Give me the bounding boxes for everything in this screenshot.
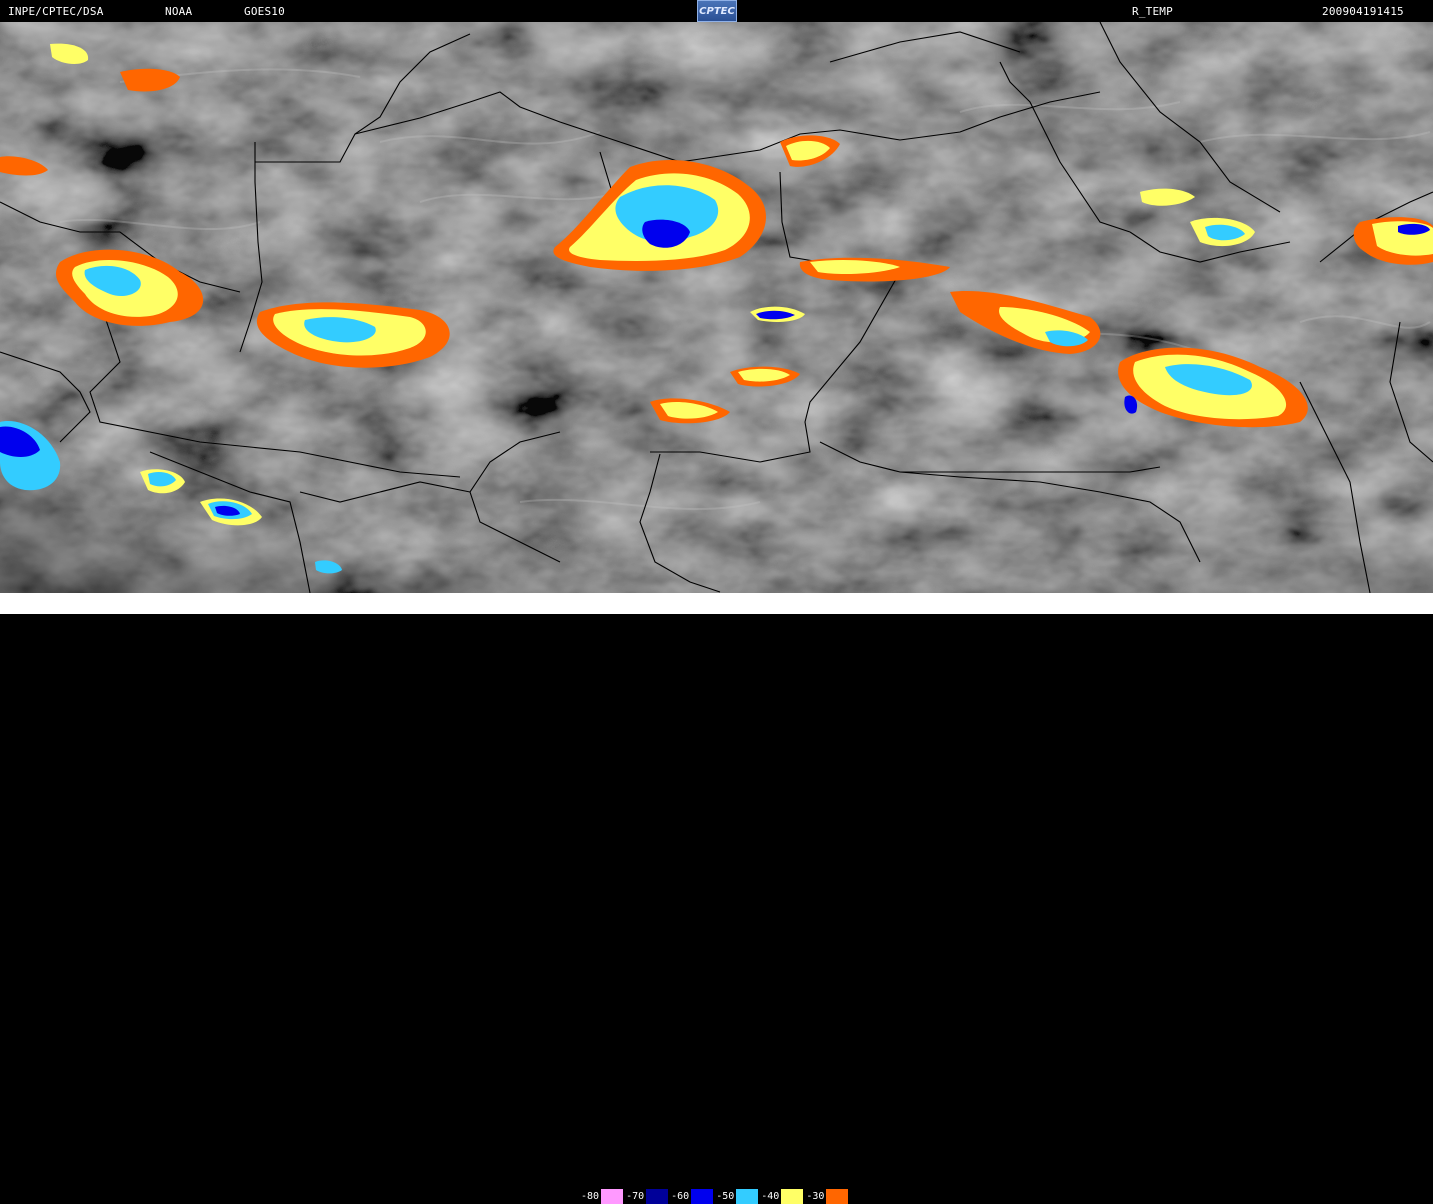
legend-item: -40	[758, 1189, 804, 1204]
header-bar: INPE/CPTEC/DSA NOAA GOES10 CPTEC R_TEMP …	[0, 0, 1433, 22]
product-label: R_TEMP	[1132, 5, 1173, 18]
timestamp-label: 200904191415	[1322, 5, 1404, 18]
legend-item: -80	[578, 1189, 624, 1204]
legend-swatch	[736, 1189, 759, 1204]
legend-bar: -80 -70 -60 -50 -40 -30 Temp. Celsius	[0, 593, 1433, 1204]
legend-label: -70	[623, 1189, 647, 1204]
legend-swatch	[646, 1189, 669, 1204]
legend-swatch	[691, 1189, 714, 1204]
satellite-label: GOES10	[244, 5, 285, 18]
legend-swatch	[826, 1189, 849, 1204]
legend-item: -60	[668, 1189, 714, 1204]
legend-label: -80	[578, 1189, 602, 1204]
legend-label: -50	[713, 1189, 737, 1204]
legend-swatch	[781, 1189, 804, 1204]
legend-item: -50	[713, 1189, 759, 1204]
legend-unit: Temp. Celsius	[853, 1190, 941, 1202]
source-label: INPE/CPTEC/DSA	[8, 5, 104, 18]
satellite-image	[0, 22, 1433, 593]
legend-item: -70	[623, 1189, 669, 1204]
legend-item: -30	[803, 1189, 849, 1204]
legend-swatch	[601, 1189, 624, 1204]
legend-label: -30	[803, 1189, 827, 1204]
temperature-legend: -80 -70 -60 -50 -40 -30 Temp. Celsius	[578, 1189, 941, 1204]
agency-label: NOAA	[165, 5, 193, 18]
legend-label: -60	[668, 1189, 692, 1204]
legend-label: -40	[758, 1189, 782, 1204]
cptec-logo: CPTEC	[697, 0, 737, 22]
